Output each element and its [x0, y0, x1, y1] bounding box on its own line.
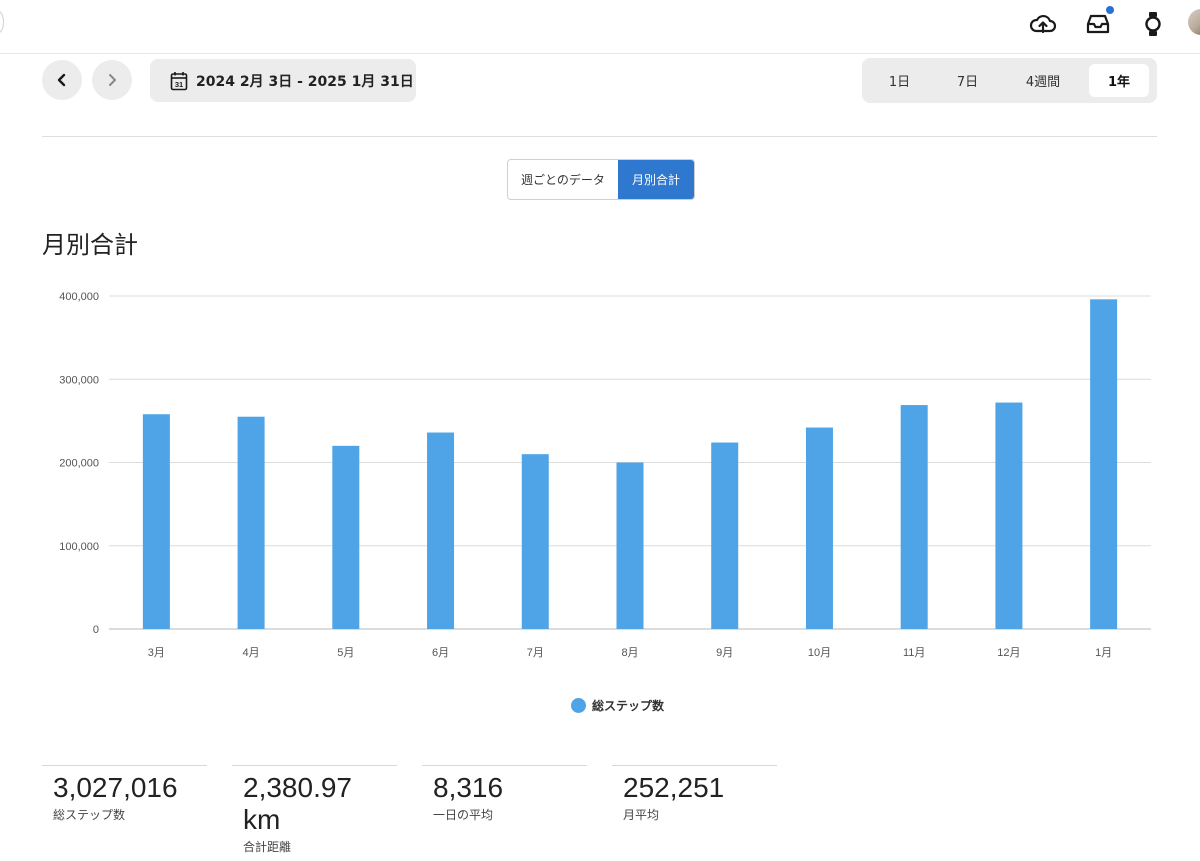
stat-total-distance: 2,380.97 km 合計距離	[232, 765, 397, 855]
bar[interactable]	[805, 427, 833, 629]
x-tick-label: 9月	[716, 647, 733, 659]
stat-value: 8,316	[433, 772, 504, 803]
divider	[42, 136, 1157, 137]
bar[interactable]	[711, 442, 739, 629]
y-tick-label: 0	[93, 624, 99, 636]
stat-label: 月平均	[623, 808, 660, 822]
calendar-icon: 31	[170, 71, 188, 90]
date-range-label: 2024 2月 3日 - 2025 1月 31日	[196, 73, 414, 90]
x-tick-label: 7月	[527, 647, 544, 659]
watch-icon[interactable]	[1139, 10, 1167, 38]
bar[interactable]	[427, 432, 455, 629]
next-period-button[interactable]	[92, 60, 132, 100]
x-tick-label: 8月	[621, 647, 638, 659]
previous-period-button[interactable]	[42, 60, 82, 100]
monthly-total-button[interactable]: 月別合計	[618, 160, 694, 199]
x-tick-label: 6月	[432, 647, 449, 659]
y-tick-label: 300,000	[59, 374, 99, 386]
bar[interactable]	[142, 414, 170, 629]
weekly-data-button[interactable]: 週ごとのデータ	[508, 160, 618, 199]
range-option-1-day[interactable]: 1日	[872, 64, 927, 97]
date-range-picker[interactable]: 31 2024 2月 3日 - 2025 1月 31日	[150, 59, 416, 102]
stat-label: 合計距離	[243, 840, 292, 854]
monthly-steps-chart: 0 100,000 200,000 300,000 400,000 3月 4月 5月 6月 7月 8…	[59, 291, 1151, 659]
time-range-selector: 1日 7日 4週間 1年	[862, 58, 1157, 103]
bar[interactable]	[1090, 299, 1118, 629]
x-tick-label: 10月	[808, 647, 831, 659]
app-menu-button[interactable]	[0, 10, 4, 34]
range-option-7-days[interactable]: 7日	[940, 64, 995, 97]
chevron-right-icon	[109, 74, 116, 86]
stat-label: 一日の平均	[433, 808, 494, 822]
stat-value: 2,380.97 km	[243, 772, 352, 835]
bar[interactable]	[900, 405, 928, 629]
bar[interactable]	[521, 454, 549, 629]
x-tick-label: 1月	[1095, 647, 1112, 659]
x-tick-label: 5月	[337, 647, 354, 659]
bar[interactable]	[995, 402, 1023, 629]
bar[interactable]	[237, 416, 265, 629]
stat-value: 252,251	[623, 772, 725, 803]
legend-color-dot	[571, 698, 586, 713]
stat-total-steps: 3,027,016 総ステップ数	[42, 765, 207, 823]
x-tick-label: 4月	[243, 647, 260, 659]
stat-daily-average: 8,316 一日の平均	[422, 765, 587, 823]
stat-label: 総ステップ数	[53, 808, 126, 822]
range-option-4-weeks[interactable]: 4週間	[1007, 64, 1079, 97]
bar[interactable]	[616, 462, 644, 630]
chart-legend[interactable]: 総ステップ数	[571, 697, 664, 714]
inbox-icon[interactable]	[1084, 6, 1114, 38]
chevron-left-icon	[57, 73, 66, 87]
section-title: 月別合計	[42, 231, 138, 259]
stat-value: 3,027,016	[53, 772, 178, 803]
x-tick-label: 12月	[997, 647, 1020, 659]
y-tick-label: 400,000	[59, 291, 99, 303]
stat-monthly-average: 252,251 月平均	[612, 765, 777, 823]
cloud-upload-icon[interactable]	[1029, 10, 1057, 38]
calendar-day: 31	[175, 80, 183, 89]
bar[interactable]	[332, 445, 360, 629]
y-tick-label: 200,000	[59, 458, 99, 470]
y-tick-label: 100,000	[59, 541, 99, 553]
range-option-1-year[interactable]: 1年	[1089, 64, 1149, 97]
top-bar	[0, 0, 1200, 54]
view-toggle: 週ごとのデータ 月別合計	[507, 159, 695, 200]
avatar[interactable]	[1188, 9, 1200, 35]
notification-dot	[1106, 6, 1114, 14]
legend-label: 総ステップ数	[592, 699, 665, 713]
x-tick-label: 11月	[903, 647, 925, 659]
x-tick-label: 3月	[148, 647, 165, 659]
